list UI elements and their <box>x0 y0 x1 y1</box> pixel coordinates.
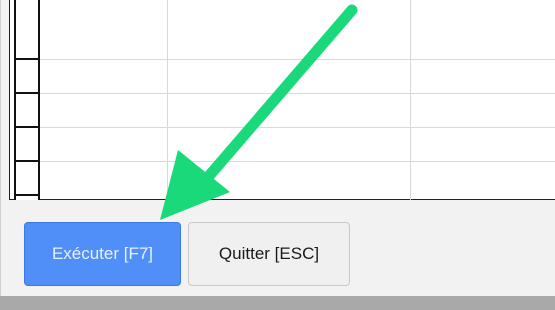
data-grid[interactable] <box>9 0 555 200</box>
grid-column-line <box>410 0 411 200</box>
dialog-window: Exécuter [F7] Quitter [ESC] <box>0 0 555 296</box>
bottom-border <box>0 296 555 310</box>
grid-row-line <box>40 127 555 128</box>
grid-row-line <box>40 93 555 94</box>
grid-row-line <box>40 161 555 162</box>
execute-button[interactable]: Exécuter [F7] <box>24 222 181 286</box>
quit-button-label: Quitter [ESC] <box>218 244 320 263</box>
grid-row-line <box>40 59 555 60</box>
grid-column-line <box>167 0 168 200</box>
quit-button[interactable]: Quitter [ESC] <box>188 222 350 286</box>
execute-button-label: Exécuter [F7] <box>51 244 154 263</box>
row-header-column <box>14 0 40 200</box>
